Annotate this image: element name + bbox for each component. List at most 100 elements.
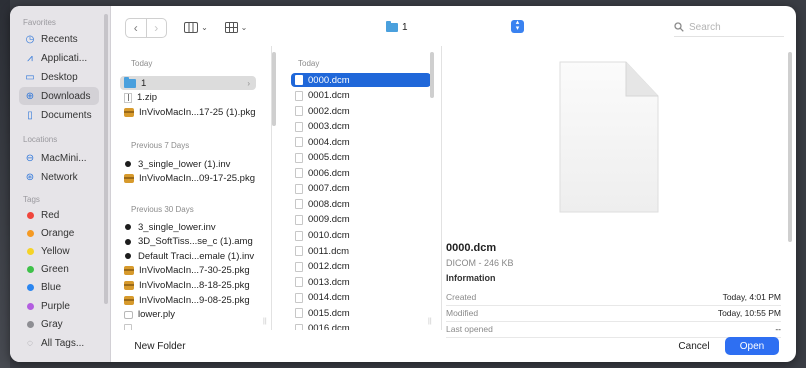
list-item[interactable]: 0008.dcm bbox=[291, 197, 431, 211]
view-mode-button[interactable]: ⌄ bbox=[177, 18, 215, 36]
sidebar-item-label: Applicati... bbox=[41, 52, 88, 64]
sidebar-item-tag-purple[interactable]: Purple bbox=[19, 297, 99, 315]
list-item[interactable]: 1.zip bbox=[120, 91, 256, 105]
sidebar-item-macmini[interactable]: ⊖ MacMini... bbox=[19, 149, 99, 167]
document-icon bbox=[295, 152, 303, 163]
sidebar-item-label: Network bbox=[41, 171, 78, 183]
list-item[interactable]: 3D_SoftTiss...se_c (1).amg bbox=[120, 235, 256, 249]
list-item[interactable]: 3_single_lower.inv bbox=[120, 220, 256, 234]
inv-file-icon bbox=[125, 238, 131, 245]
list-item-cutoff[interactable] bbox=[120, 322, 256, 330]
sidebar-item-recents[interactable]: ◷ Recents bbox=[19, 30, 99, 48]
list-item[interactable]: 0015.dcm bbox=[291, 306, 431, 320]
file-name: 3D_SoftTiss...se_c (1).amg bbox=[138, 236, 253, 248]
location-popup[interactable]: 1 bbox=[386, 18, 516, 36]
list-item[interactable]: 0009.dcm bbox=[291, 213, 431, 227]
search-field[interactable] bbox=[674, 18, 784, 37]
file-name: 0011.dcm bbox=[308, 245, 350, 257]
sidebar-item-tag-gray[interactable]: Gray bbox=[19, 315, 99, 333]
document-icon bbox=[295, 230, 303, 241]
sidebar-item-tag-red[interactable]: Red bbox=[19, 206, 99, 224]
list-item[interactable]: 0001.dcm bbox=[291, 89, 431, 103]
list-item[interactable]: 0005.dcm bbox=[291, 151, 431, 165]
sidebar-item-downloads[interactable]: ⊕ Downloads bbox=[19, 87, 99, 105]
list-item[interactable]: InVivoMacIn...8-18-25.pkg bbox=[120, 278, 256, 292]
sidebar-item-network[interactable]: ⊛ Network bbox=[19, 168, 99, 186]
information-heading: Information bbox=[446, 273, 496, 283]
file-name: Default Traci...emale (1).inv bbox=[138, 250, 255, 262]
sidebar-scrollbar[interactable] bbox=[104, 14, 108, 304]
list-item[interactable]: 0003.dcm bbox=[291, 120, 431, 134]
popup-arrows-icon[interactable]: ▴ ▾ bbox=[511, 19, 524, 33]
list-item[interactable]: 0012.dcm bbox=[291, 260, 431, 274]
list-item[interactable]: 0016.dcm bbox=[291, 322, 431, 330]
document-icon bbox=[295, 75, 303, 85]
back-button[interactable]: ‹ bbox=[126, 19, 146, 37]
inv-file-icon bbox=[125, 253, 131, 260]
sidebar-item-tag-green[interactable]: Green bbox=[19, 261, 99, 279]
column1-scrollbar[interactable] bbox=[272, 52, 276, 126]
sidebar-item-label: Recents bbox=[41, 33, 78, 45]
list-item[interactable]: 0000.dcm bbox=[291, 73, 431, 87]
cancel-button[interactable]: Cancel bbox=[671, 337, 717, 355]
file-name: 0004.dcm bbox=[308, 136, 350, 148]
list-item[interactable]: 3_single_lower (1).inv bbox=[120, 157, 256, 171]
sidebar: Favorites ◷ Recents ⩘ Applicati... ▭ Desktop ⊕… bbox=[10, 6, 111, 362]
sidebar-item-desktop[interactable]: ▭ Desktop bbox=[19, 68, 99, 86]
sidebar-item-tag-yellow[interactable]: Yellow bbox=[19, 242, 99, 260]
search-input[interactable] bbox=[689, 21, 774, 33]
file-name: InVivoMacIn...9-08-25.pkg bbox=[139, 294, 250, 306]
locations-title: Locations bbox=[23, 135, 58, 144]
list-item[interactable]: InVivoMacIn...7-30-25.pkg bbox=[120, 264, 256, 278]
file-column-folder-1: Today 0000.dcm 0001.dcm 0002.dcm 0003.dcm 000… bbox=[281, 46, 442, 330]
document-icon bbox=[295, 292, 303, 303]
list-item[interactable]: 0007.dcm bbox=[291, 182, 431, 196]
column2-scrollbar[interactable] bbox=[430, 52, 434, 98]
sidebar-item-label: Red bbox=[41, 209, 60, 221]
list-item[interactable]: InVivoMacIn...9-08-25.pkg bbox=[120, 293, 256, 307]
sidebar-item-label: All Tags... bbox=[41, 337, 85, 349]
group-header: Previous 7 Days bbox=[131, 141, 190, 150]
column-resize-handle[interactable]: || bbox=[263, 318, 267, 325]
list-item[interactable]: 0013.dcm bbox=[291, 275, 431, 289]
file-name: 0002.dcm bbox=[308, 105, 350, 117]
list-item[interactable]: lower.ply bbox=[120, 308, 256, 322]
list-item[interactable]: InVivoMacIn...09-17-25.pkg bbox=[120, 172, 256, 186]
document-preview-icon bbox=[559, 61, 659, 213]
sidebar-item-tag-blue[interactable]: Blue bbox=[19, 279, 99, 297]
sidebar-item-label: Purple bbox=[41, 300, 70, 312]
info-label: Modified bbox=[446, 308, 479, 318]
grid-view-icon bbox=[224, 21, 238, 33]
group-by-button[interactable]: ⌄ bbox=[217, 18, 255, 36]
column-resize-handle[interactable]: || bbox=[428, 318, 432, 325]
group-header: Previous 30 Days bbox=[131, 205, 194, 214]
sidebar-item-applicati[interactable]: ⩘ Applicati... bbox=[19, 49, 99, 67]
document-icon bbox=[295, 308, 303, 319]
ply-file-icon bbox=[124, 310, 133, 319]
list-item[interactable]: 0006.dcm bbox=[291, 166, 431, 180]
file-name: 3_single_lower.inv bbox=[138, 221, 216, 233]
new-folder-button[interactable]: New Folder bbox=[127, 337, 193, 355]
sidebar-item-label: MacMini... bbox=[41, 152, 87, 164]
sidebar-item-all-tags[interactable]: ◌ All Tags... bbox=[19, 334, 99, 352]
list-item[interactable]: 0011.dcm bbox=[291, 244, 431, 258]
document-icon bbox=[295, 261, 303, 272]
list-item[interactable]: 1 › bbox=[120, 76, 256, 90]
list-item[interactable]: 0002.dcm bbox=[291, 104, 431, 118]
sidebar-item-documents[interactable]: ▯ Documents bbox=[19, 106, 99, 124]
list-item[interactable]: 0004.dcm bbox=[291, 135, 431, 149]
open-button[interactable]: Open bbox=[725, 337, 779, 355]
file-column-downloads: Today 1 › 1.zip InVivoMacIn...17-25 (1).pkg P… bbox=[111, 46, 272, 330]
list-item[interactable]: Default Traci...emale (1).inv bbox=[120, 249, 256, 263]
document-icon bbox=[295, 277, 303, 288]
inv-file-icon bbox=[125, 224, 131, 230]
preview-scrollbar[interactable] bbox=[788, 52, 792, 242]
list-item[interactable]: 0014.dcm bbox=[291, 291, 431, 305]
document-icon bbox=[295, 214, 303, 225]
desktop-icon: ▭ bbox=[25, 71, 35, 83]
sidebar-item-tag-orange[interactable]: Orange bbox=[19, 224, 99, 242]
list-item[interactable]: InVivoMacIn...17-25 (1).pkg bbox=[120, 105, 256, 119]
forward-button[interactable]: › bbox=[145, 19, 167, 37]
list-item[interactable]: 0010.dcm bbox=[291, 229, 431, 243]
open-file-dialog: Favorites ◷ Recents ⩘ Applicati... ▭ Desktop ⊕… bbox=[10, 6, 796, 362]
